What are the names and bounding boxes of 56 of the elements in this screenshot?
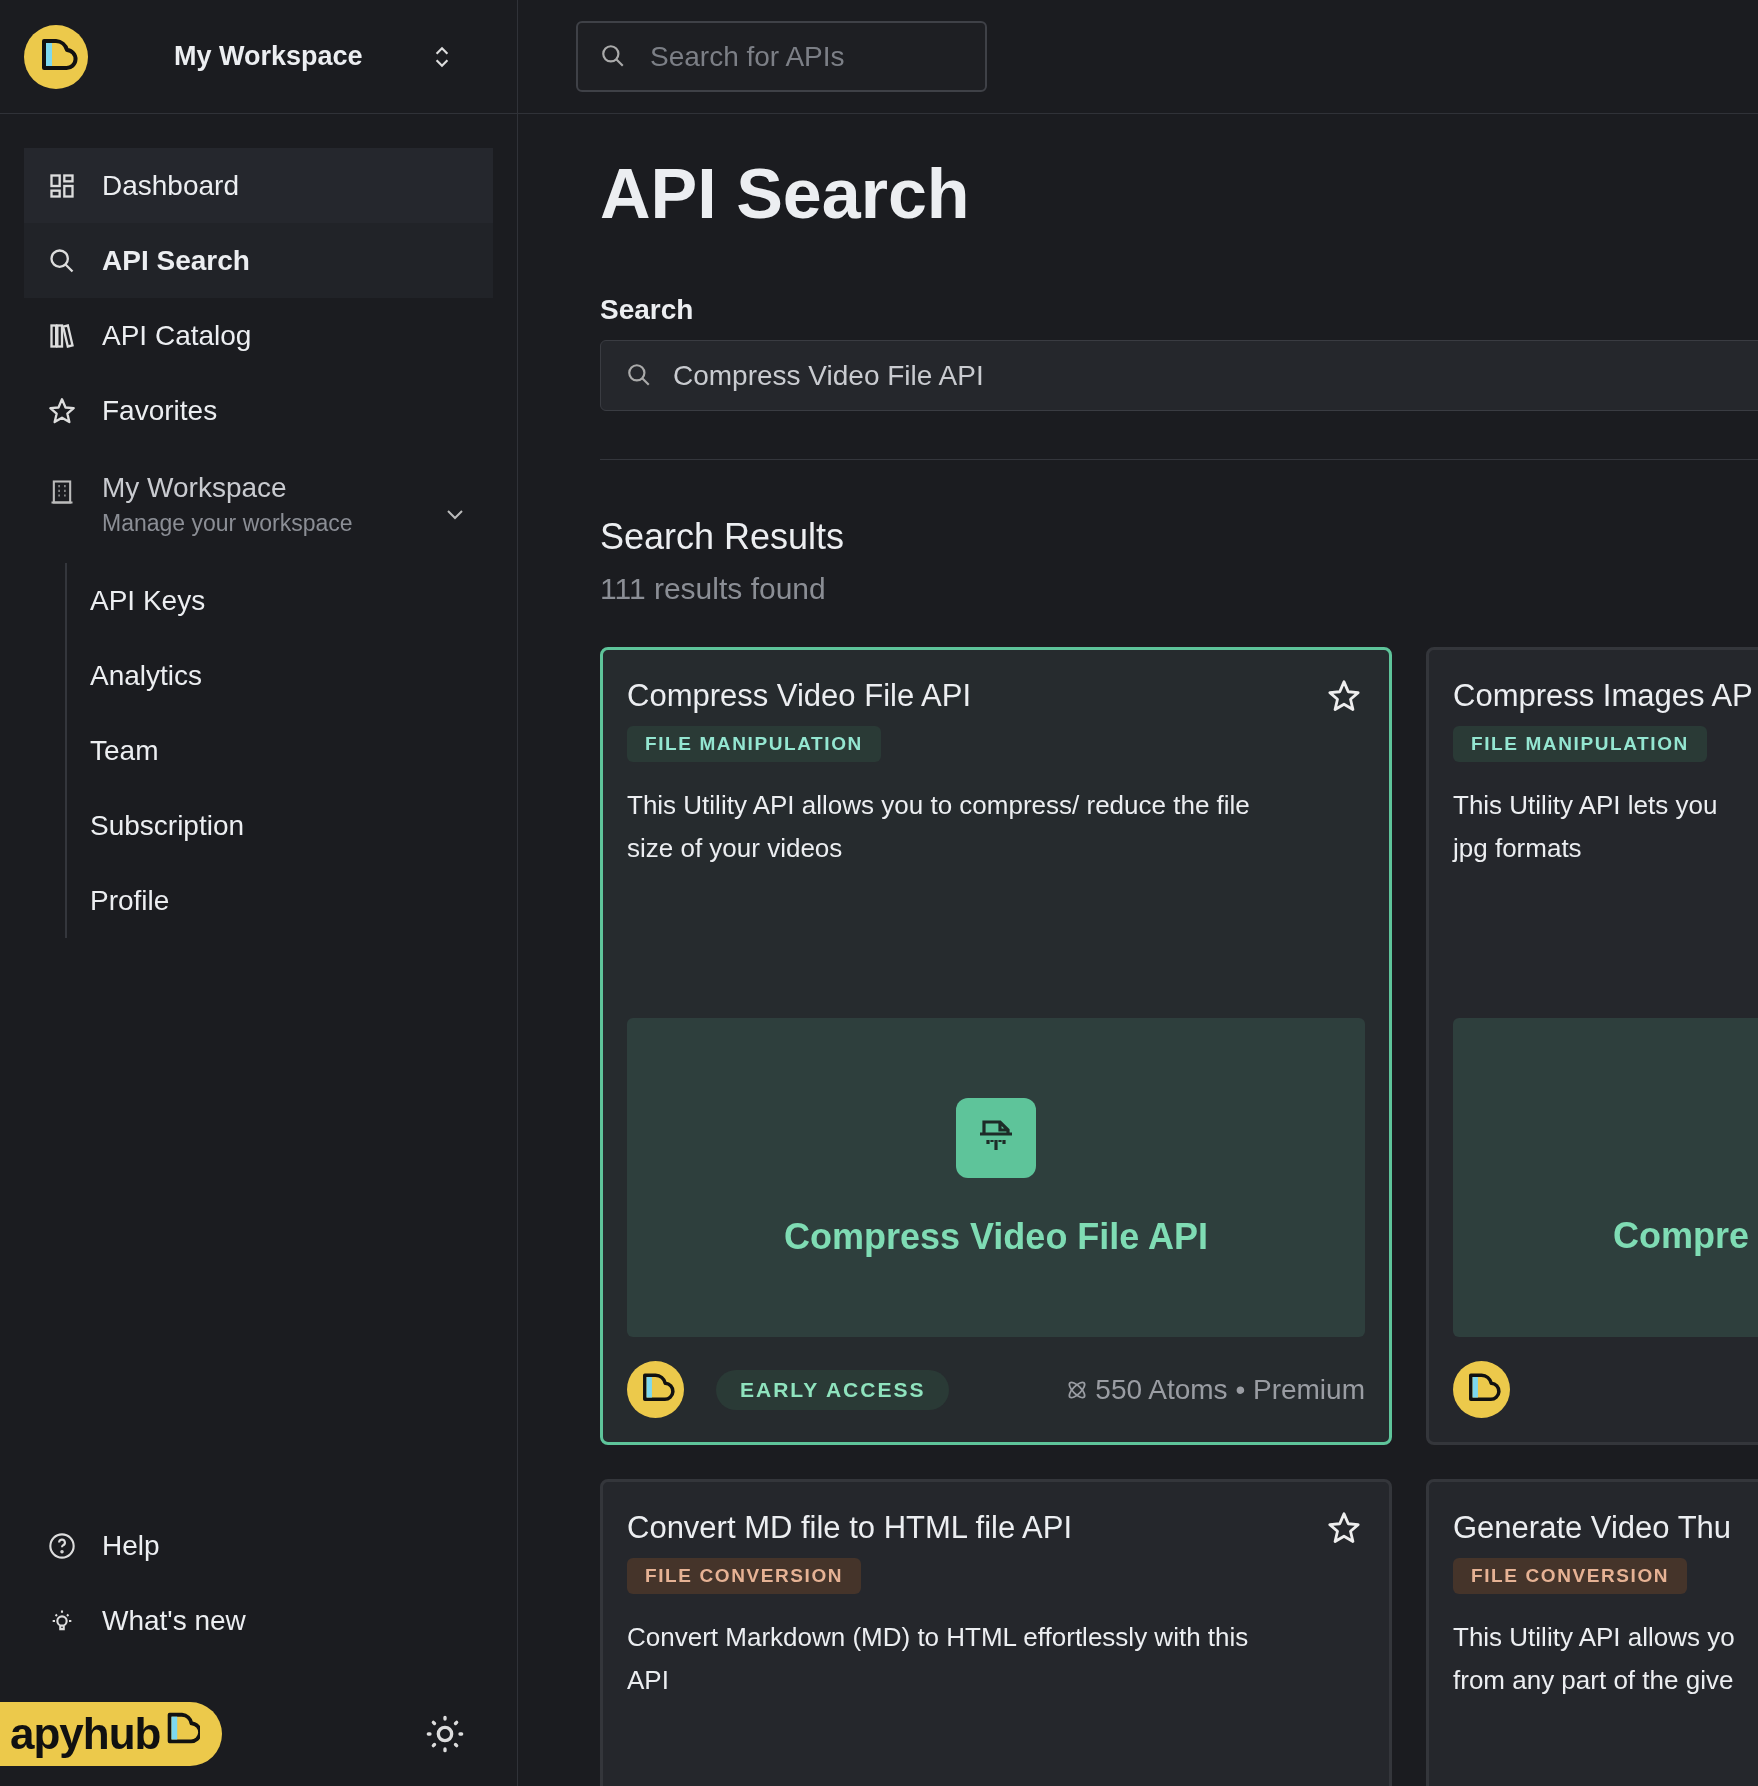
workspace-title: My Workspace: [102, 472, 288, 504]
card-description: Convert Markdown (MD) to HTML effortlessly with this API: [627, 1621, 1249, 1697]
card-title: Compress Images AP: [1453, 677, 1753, 715]
page-title: API Search: [600, 154, 971, 235]
search-field[interactable]: Search for APIs: [576, 21, 987, 92]
search-icon: [48, 246, 76, 275]
api-card[interactable]: Compress Images AP FILE MANIPULATION This Utility API lets you jpg formats Compre: [1426, 647, 1758, 1445]
category-tag: FILE MANIPULATION: [1453, 726, 1707, 762]
provider-logo-icon: [627, 1361, 684, 1418]
star-icon: [48, 396, 76, 425]
star-icon[interactable]: [1327, 1511, 1361, 1545]
workspace-subtitle: Manage your workspace: [102, 510, 353, 537]
provider-logo-icon: [1453, 1361, 1510, 1418]
sub-nav-item[interactable]: Profile: [90, 863, 493, 938]
results-count: 111 results found: [600, 571, 827, 607]
logo-icon: [24, 24, 88, 89]
card-description: This Utility API allows you to compress/ reduce the file size of your videos: [627, 789, 1250, 865]
api-card[interactable]: Compress Video File API FILE MANIPULATION This Utility API allows you to compress/ reduce the file size of your videos Compress Video File API EARLY ACCESS 550 Atoms • Premium: [600, 647, 1392, 1445]
sun-icon[interactable]: [425, 1714, 465, 1754]
star-icon[interactable]: [1327, 679, 1361, 713]
sub-nav-item[interactable]: Team: [90, 713, 493, 788]
sub-nav-item[interactable]: Analytics: [90, 638, 493, 713]
workspace-name[interactable]: My Workspace: [174, 41, 363, 72]
category-tag: FILE CONVERSION: [1453, 1558, 1688, 1594]
card-description: This Utility API allows yo from any part of the give: [1453, 1621, 1735, 1697]
api-card[interactable]: Generate Video Thu FILE CONVERSION This Utility API allows yo from any part of the give: [1426, 1479, 1758, 1786]
api-card[interactable]: Convert MD file to HTML file API FILE CONVERSION Convert Markdown (MD) to HTML effortlessly with this API: [600, 1479, 1392, 1786]
sub-nav-item[interactable]: API Keys: [90, 563, 493, 638]
shredder-icon: [956, 1098, 1036, 1178]
search-icon: [626, 362, 652, 388]
nav-item[interactable]: Dashboard: [24, 148, 493, 223]
help-icon: [48, 1531, 76, 1560]
preview-title: Compre: [1613, 1214, 1750, 1258]
search-label: Search: [600, 293, 695, 327]
grid-icon: [48, 171, 76, 200]
nav-item[interactable]: What's new: [24, 1583, 493, 1658]
card-title: Convert MD file to HTML file API: [627, 1509, 1073, 1547]
category-tag: FILE MANIPULATION: [627, 726, 881, 762]
search-icon: [600, 43, 626, 69]
card-title: Generate Video Thu: [1453, 1509, 1732, 1547]
category-tag: FILE CONVERSION: [627, 1558, 862, 1594]
nav-item[interactable]: API Catalog: [24, 298, 493, 373]
books-icon: [48, 321, 76, 350]
card-title: Compress Video File API: [627, 677, 972, 715]
pricing-text: 550 Atoms • Premium: [1095, 1373, 1365, 1406]
preview-title: Compress Video File API: [783, 1215, 1209, 1259]
sub-nav-item[interactable]: Subscription: [90, 788, 493, 863]
nav-item[interactable]: Favorites: [24, 373, 493, 448]
nav-item[interactable]: Help: [24, 1508, 493, 1583]
card-description: This Utility API lets you jpg formats: [1453, 789, 1718, 865]
nav-item[interactable]: API Search: [24, 223, 493, 298]
results-heading: Search Results: [600, 515, 846, 559]
workspace-nav-item[interactable]: My Workspace Manage your workspace: [24, 448, 493, 563]
search-input[interactable]: Compress Video File API: [600, 340, 1758, 411]
brand-logo[interactable]: apyhub: [0, 1702, 223, 1766]
access-badge: EARLY ACCESS: [716, 1369, 950, 1410]
